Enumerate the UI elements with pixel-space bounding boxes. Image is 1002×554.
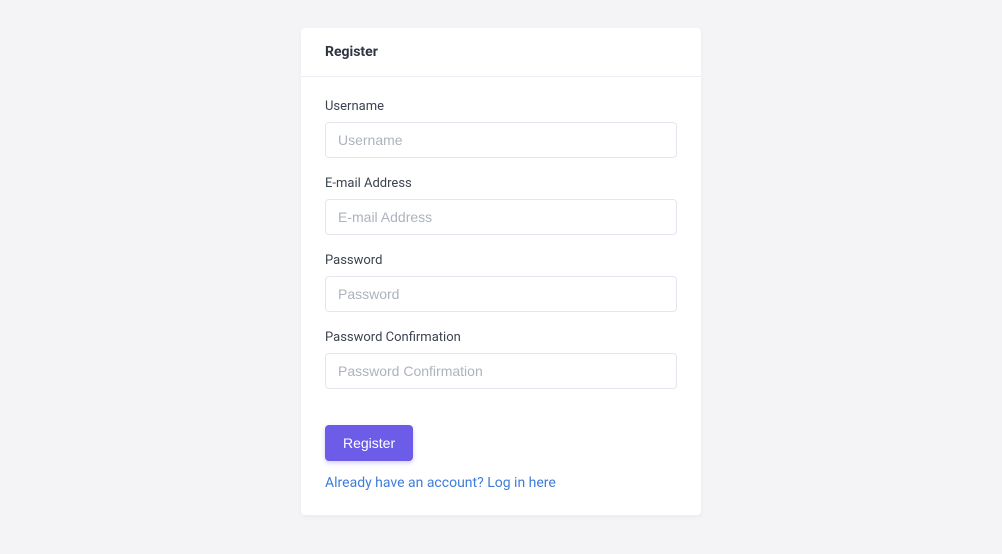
password-confirmation-label: Password Confirmation [325,330,677,345]
login-link[interactable]: Already have an account? Log in here [325,475,556,491]
password-label: Password [325,253,677,268]
password-group: Password [325,253,677,312]
username-group: Username [325,99,677,158]
email-group: E-mail Address [325,176,677,235]
email-label: E-mail Address [325,176,677,191]
password-confirmation-group: Password Confirmation [325,330,677,389]
card-title: Register [325,44,677,60]
email-field[interactable] [325,199,677,235]
card-header: Register [301,28,701,77]
register-card: Register Username E-mail Address Passwor… [301,28,701,515]
password-field[interactable] [325,276,677,312]
register-button[interactable]: Register [325,425,413,461]
username-label: Username [325,99,677,114]
form-actions: Register Already have an account? Log in… [325,425,677,491]
password-confirmation-field[interactable] [325,353,677,389]
username-input[interactable] [325,122,677,158]
card-body: Username E-mail Address Password Passwor… [301,77,701,515]
